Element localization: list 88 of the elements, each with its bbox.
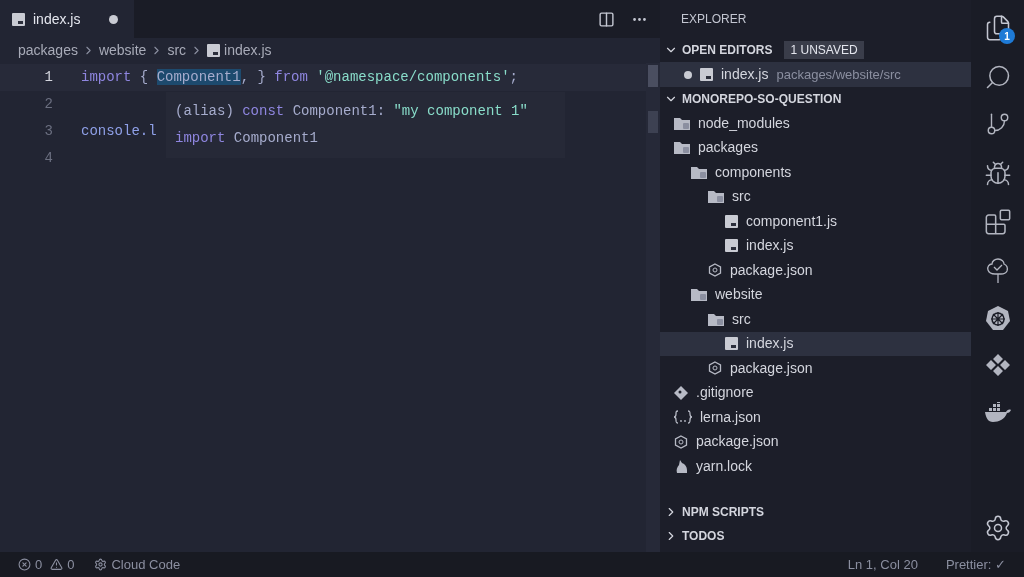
file-name: src xyxy=(732,309,751,329)
sidebar-title: EXPLORER xyxy=(681,11,747,28)
file-path: packages/website/src xyxy=(776,65,901,84)
notification-badge: 1 xyxy=(999,28,1015,44)
code-line: console.l xyxy=(81,122,157,141)
git-diamond-icon xyxy=(674,385,688,400)
braces-icon xyxy=(674,410,692,425)
formatter-status[interactable]: Prettier: ✓ xyxy=(945,554,1006,575)
extensions-icon xyxy=(983,208,1012,236)
file-name: package.json xyxy=(696,432,779,452)
file-name: index.js xyxy=(746,236,794,256)
folder-icon xyxy=(708,312,724,326)
code-line: import { Component1, } from '@namespace/components'; xyxy=(81,68,518,87)
helm-wheel-icon xyxy=(984,305,1011,331)
folder-icon xyxy=(674,116,690,130)
tree-item[interactable]: package.json xyxy=(660,356,971,381)
tree-item[interactable]: src xyxy=(660,184,971,209)
breadcrumb-item[interactable]: website xyxy=(98,40,147,61)
breadcrumb-item[interactable]: index.js xyxy=(224,40,272,61)
file-name: lerna.json xyxy=(700,407,761,427)
js-file-icon xyxy=(725,239,738,253)
tree-check-icon xyxy=(984,256,1011,285)
file-name: .gitignore xyxy=(696,383,754,403)
open-editor-item[interactable]: index.js packages/website/src xyxy=(660,62,971,87)
file-name: src xyxy=(732,187,751,207)
split-editor-icon[interactable] xyxy=(598,10,615,28)
js-file-icon xyxy=(207,44,221,57)
tree-item[interactable]: node_modules xyxy=(660,111,971,136)
js-file-icon xyxy=(725,337,738,351)
hover-line: import Component1 xyxy=(175,129,319,148)
cursor-position[interactable]: Ln 1, Col 20 xyxy=(847,554,918,575)
npm-package-icon xyxy=(708,361,722,376)
line-number: 3 xyxy=(43,122,54,141)
tree-item[interactable]: index.js xyxy=(660,233,971,258)
tree-item[interactable]: src xyxy=(660,307,971,332)
js-file-icon xyxy=(725,214,738,228)
line-number: 1 xyxy=(43,68,54,87)
tab-label: index.js xyxy=(33,9,81,29)
npm-package-icon xyxy=(708,263,722,278)
file-name: components xyxy=(715,162,792,182)
breadcrumb-item[interactable]: src xyxy=(167,40,187,61)
file-name: yarn.lock xyxy=(696,456,753,476)
npm-package-icon xyxy=(674,434,688,449)
folder-icon xyxy=(708,190,724,204)
file-name: node_modules xyxy=(698,113,790,133)
tree-item[interactable]: website xyxy=(660,282,971,307)
folder-icon xyxy=(691,288,707,302)
tree-item[interactable]: package.json xyxy=(660,429,971,454)
line-number: 2 xyxy=(43,95,54,114)
bug-icon xyxy=(983,159,1012,188)
section-header[interactable]: OPEN EDITORS 1 UNSAVED xyxy=(660,38,971,62)
tree-item[interactable]: yarn.lock xyxy=(660,454,971,479)
unsaved-badge: 1 UNSAVED xyxy=(784,41,864,59)
error-count[interactable]: 0 xyxy=(35,554,43,575)
folder-icon xyxy=(691,165,707,179)
js-file-icon xyxy=(700,68,713,81)
editor-tab[interactable]: index.js xyxy=(0,0,134,38)
status-item[interactable]: Cloud Code xyxy=(111,554,181,575)
tree-item[interactable]: .gitignore xyxy=(660,380,971,405)
js-file-icon xyxy=(12,12,25,26)
diamonds-icon xyxy=(984,353,1011,376)
file-name: index.js xyxy=(746,334,794,354)
tree-item[interactable]: component1.js xyxy=(660,209,971,234)
tree-item[interactable]: components xyxy=(660,160,971,185)
file-name: package.json xyxy=(730,260,813,280)
whale-icon xyxy=(983,402,1012,422)
warning-count[interactable]: 0 xyxy=(67,554,75,575)
file-name: component1.js xyxy=(746,211,838,231)
line-number: 4 xyxy=(43,149,54,168)
folder-icon xyxy=(674,141,690,155)
activity-bar-item[interactable]: 1 xyxy=(971,12,1024,61)
tree-item[interactable]: index.js xyxy=(660,331,971,356)
hover-line: (alias) const Component1: "my component 1" xyxy=(175,102,529,121)
warning-icon[interactable] xyxy=(50,558,64,571)
breadcrumb-item[interactable]: packages xyxy=(18,40,78,61)
error-icon[interactable] xyxy=(18,558,31,571)
section-header[interactable]: TODOS xyxy=(660,524,971,548)
tree-item[interactable]: lerna.json xyxy=(660,405,971,430)
file-name: index.js xyxy=(721,65,769,84)
file-name: package.json xyxy=(730,358,813,378)
tree-item[interactable]: packages xyxy=(660,135,971,160)
gear-icon[interactable] xyxy=(94,558,108,571)
tree-item[interactable]: package.json xyxy=(660,258,971,283)
section-header[interactable]: MONOREPO-SO-QUESTION xyxy=(660,87,971,111)
file-name: website xyxy=(715,285,763,305)
editor-scrollbar[interactable] xyxy=(646,63,660,552)
file-name: packages xyxy=(698,138,758,158)
section-header[interactable]: NPM SCRIPTS xyxy=(660,500,971,524)
